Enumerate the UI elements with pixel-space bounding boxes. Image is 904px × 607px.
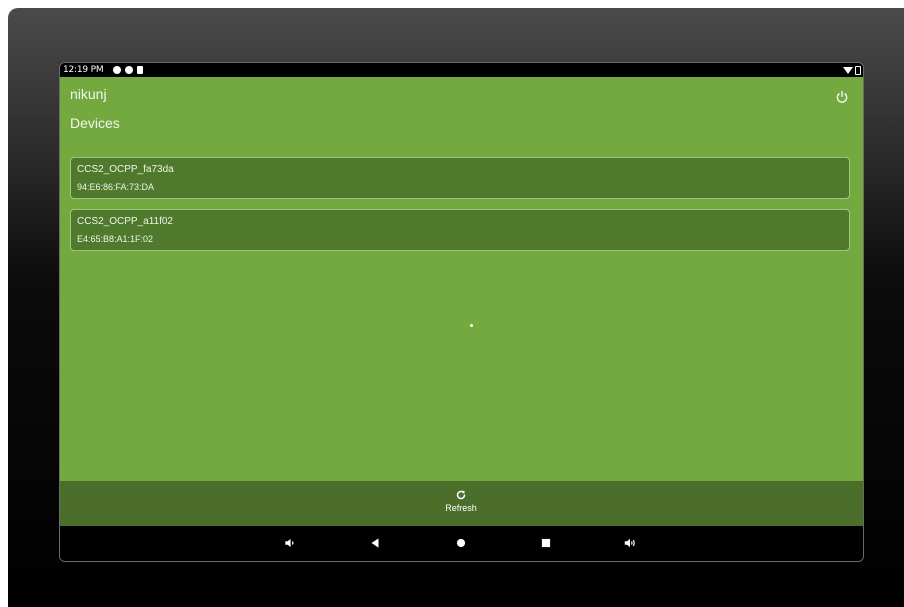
app-content: nikunj Devices CCS2_OCPP_fa73da 94:E6:86…	[60, 77, 863, 481]
power-icon[interactable]	[835, 90, 849, 104]
notification-icon	[125, 66, 133, 74]
notification-icons	[113, 66, 143, 74]
status-bar: 12:19 PM	[60, 63, 863, 77]
device-name: CCS2_OCPP_a11f02	[77, 216, 173, 227]
android-nav-bar	[60, 526, 863, 561]
loading-indicator	[470, 324, 473, 327]
system-status-icons	[843, 66, 861, 75]
wifi-icon	[843, 67, 853, 74]
device-card[interactable]: CCS2_OCPP_fa73da 94:E6:86:FA:73:DA	[70, 157, 850, 199]
refresh-icon	[456, 490, 466, 500]
device-name: CCS2_OCPP_fa73da	[77, 164, 174, 175]
username: nikunj	[70, 86, 107, 102]
devices-title: Devices	[70, 115, 120, 131]
refresh-label: Refresh	[445, 503, 477, 513]
volume-up-icon[interactable]	[623, 536, 637, 550]
storage-icon	[137, 66, 143, 74]
home-icon[interactable]	[454, 536, 468, 550]
device-mac: 94:E6:86:FA:73:DA	[77, 182, 155, 192]
notification-icon	[113, 66, 121, 74]
recents-icon[interactable]	[539, 536, 553, 550]
bottom-action-bar: Refresh	[60, 481, 863, 526]
volume-down-icon[interactable]	[283, 536, 297, 550]
back-icon[interactable]	[368, 536, 382, 550]
status-time: 12:19 PM	[63, 65, 104, 75]
device-card[interactable]: CCS2_OCPP_a11f02 E4:65:B8:A1:1F:02	[70, 209, 850, 251]
battery-icon	[855, 66, 861, 75]
device-mac: E4:65:B8:A1:1F:02	[77, 234, 154, 244]
refresh-button[interactable]: Refresh	[421, 485, 501, 523]
device-screen: 12:19 PM nikunj Devices CCS2_OCPP_fa73da…	[59, 62, 864, 562]
tablet-frame: 12:19 PM nikunj Devices CCS2_OCPP_fa73da…	[8, 8, 904, 607]
